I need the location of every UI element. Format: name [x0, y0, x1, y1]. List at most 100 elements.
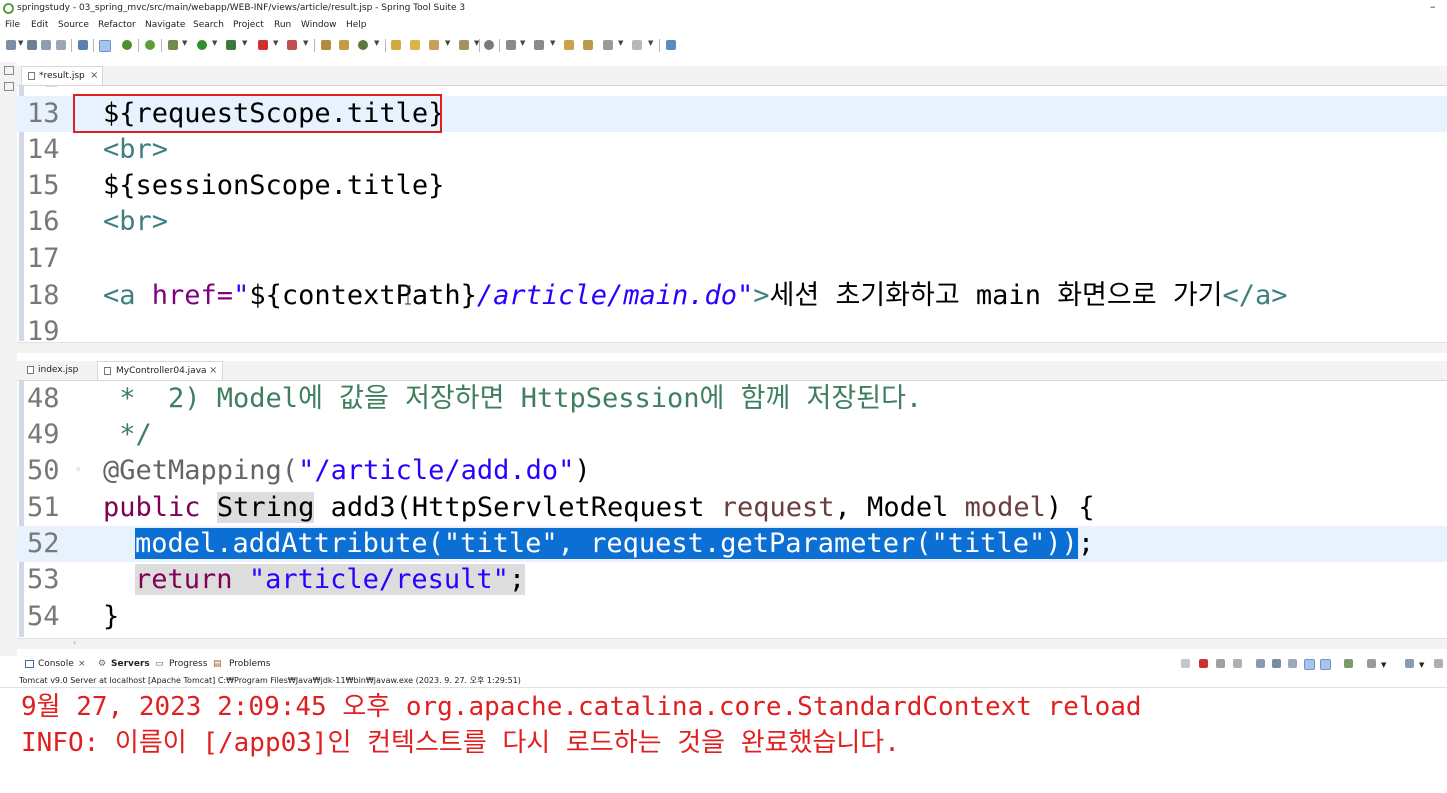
top-editor-hscroll[interactable] — [17, 342, 1447, 353]
tab-mycontroller04-java[interactable]: MyController04.java × — [97, 361, 223, 380]
code-line: 50 ◦ @GetMapping("/article/add.do") — [17, 453, 1447, 489]
chevron-down-icon[interactable]: ▼ — [550, 39, 555, 47]
close-icon[interactable]: × — [78, 659, 86, 669]
chevron-down-icon[interactable]: ▼ — [374, 39, 379, 47]
punctuation: ; — [508, 564, 526, 595]
fold-icon[interactable]: ◦ — [75, 463, 82, 476]
menu-navigate[interactable]: Navigate — [145, 20, 185, 30]
print-icon[interactable] — [56, 40, 66, 50]
show-on-stderr-icon[interactable] — [1320, 659, 1331, 670]
next-annotation-icon[interactable] — [506, 40, 516, 50]
menu-file[interactable]: File — [5, 20, 20, 30]
close-icon[interactable]: × — [209, 365, 217, 376]
result-jsp-editor[interactable]: 12 13 ${requestScope.title} 14 <br> 15 $… — [17, 86, 1447, 341]
new-console-icon[interactable] — [1405, 659, 1414, 668]
chevron-down-icon[interactable]: ▼ — [212, 39, 217, 47]
new-package-icon[interactable] — [339, 40, 349, 50]
code-line: 54 } — [17, 599, 1447, 635]
server-icon[interactable] — [287, 40, 297, 50]
new-icon[interactable] — [6, 40, 16, 50]
tab-progress[interactable]: Progress — [169, 659, 207, 669]
display-console-icon[interactable] — [1367, 659, 1376, 668]
scroll-left-icon[interactable]: ‹ — [73, 638, 76, 647]
chevron-down-icon[interactable]: ▼ — [273, 39, 278, 47]
chevron-down-icon[interactable]: ▼ — [242, 39, 247, 47]
code-line: 19 — [17, 314, 1447, 341]
search-icon[interactable] — [459, 40, 469, 50]
save-icon[interactable] — [27, 40, 37, 50]
chevron-down-icon[interactable]: ▼ — [618, 39, 623, 47]
top-editor-tabbar: *result.jsp × — [17, 66, 1447, 86]
package-explorer-icon[interactable] — [4, 82, 14, 91]
skip-breakpoints-icon[interactable] — [99, 40, 111, 52]
clear-console-icon[interactable] — [1256, 659, 1265, 668]
code-line: 15 ${sessionScope.title} — [17, 168, 1447, 204]
line-number: 18 — [27, 280, 60, 311]
open-task-icon[interactable] — [429, 40, 439, 50]
save-all-icon[interactable] — [41, 40, 51, 50]
tab-problems[interactable]: Problems — [229, 659, 270, 669]
back-history-icon[interactable] — [583, 40, 593, 50]
tab-result-jsp[interactable]: *result.jsp × — [21, 66, 103, 85]
spring-boot-dashboard-icon[interactable] — [122, 40, 132, 50]
chevron-down-icon[interactable]: ▼ — [445, 39, 450, 47]
run-icon[interactable] — [197, 40, 207, 50]
console-process-label: Tomcat v9.0 Server at localhost [Apache … — [19, 676, 521, 685]
bottom-editor-hscroll[interactable]: ‹ — [17, 638, 1447, 649]
toggle-mark-icon[interactable] — [484, 40, 494, 50]
menu-search[interactable]: Search — [193, 20, 224, 30]
tab-console[interactable]: Console — [38, 659, 74, 669]
menu-refactor[interactable]: Refactor — [98, 20, 136, 30]
menu-project[interactable]: Project — [233, 20, 264, 30]
console-output[interactable]: 9월 27, 2023 2:09:45 오후 org.apache.catali… — [0, 687, 1447, 793]
close-icon[interactable]: × — [90, 70, 98, 81]
open-folder-icon[interactable] — [410, 40, 420, 50]
chevron-down-icon[interactable]: ▼ — [1419, 661, 1424, 669]
show-on-stdout-icon[interactable] — [1304, 659, 1315, 670]
chevron-down-icon[interactable]: ▼ — [182, 39, 187, 47]
menu-run[interactable]: Run — [274, 20, 291, 30]
menu-help[interactable]: Help — [346, 20, 367, 30]
terminal-icon[interactable] — [78, 40, 88, 50]
previous-annotation-icon[interactable] — [534, 40, 544, 50]
tab-label: *result.jsp — [39, 71, 85, 81]
pin-console-icon[interactable] — [1181, 659, 1190, 668]
back-arrow-icon[interactable] — [603, 40, 613, 50]
stop-icon[interactable] — [258, 40, 268, 50]
open-console-icon[interactable] — [1344, 659, 1353, 668]
terminate-icon[interactable] — [1199, 659, 1208, 668]
refresh-icon[interactable] — [145, 40, 155, 50]
tab-index-jsp[interactable]: index.jsp — [21, 361, 95, 380]
title-bar: springstudy - 03_spring_mvc/src/main/web… — [0, 0, 1447, 18]
chevron-down-icon[interactable]: ▼ — [520, 39, 525, 47]
tab-servers[interactable]: Servers — [111, 659, 150, 669]
restore-icon[interactable] — [4, 66, 14, 75]
chevron-down-icon[interactable]: ▼ — [1381, 661, 1386, 669]
remove-launch-icon[interactable] — [1216, 659, 1225, 668]
view-menu-icon[interactable] — [1434, 659, 1443, 668]
debug-icon[interactable] — [168, 40, 178, 50]
minimize-button[interactable]: – — [1430, 0, 1436, 13]
new-java-project-icon[interactable] — [321, 40, 331, 50]
console-line: INFO: 이름이 [/app03]인 컨텍스트를 다시 로드하는 것을 완료했… — [21, 728, 900, 758]
remove-all-terminated-icon[interactable] — [1233, 659, 1242, 668]
forward-arrow-icon[interactable] — [632, 40, 642, 50]
chevron-down-icon[interactable]: ▼ — [18, 39, 23, 47]
menu-edit[interactable]: Edit — [31, 20, 48, 30]
external-tools-icon[interactable] — [226, 40, 236, 50]
last-edit-location-icon[interactable] — [564, 40, 574, 50]
mycontroller-editor[interactable]: 48 * 2) Model에 값을 저장하면 HttpSession에 함께 저… — [17, 381, 1447, 637]
menu-source[interactable]: Source — [58, 20, 89, 30]
new-class-icon[interactable] — [358, 40, 368, 50]
progress-icon: ▭ — [155, 659, 164, 669]
code-line: 48 * 2) Model에 값을 저장하면 HttpSession에 함께 저… — [17, 381, 1447, 417]
chevron-down-icon[interactable]: ▼ — [648, 39, 653, 47]
code-line: 53 return "article/result"; — [17, 562, 1447, 598]
chevron-down-icon[interactable]: ▼ — [303, 39, 308, 47]
scroll-lock-icon[interactable] — [1272, 659, 1281, 668]
open-perspective-icon[interactable] — [666, 40, 676, 50]
keyword: public — [103, 492, 201, 523]
menu-window[interactable]: Window — [301, 20, 337, 30]
word-wrap-icon[interactable] — [1288, 659, 1297, 668]
open-type-icon[interactable] — [391, 40, 401, 50]
